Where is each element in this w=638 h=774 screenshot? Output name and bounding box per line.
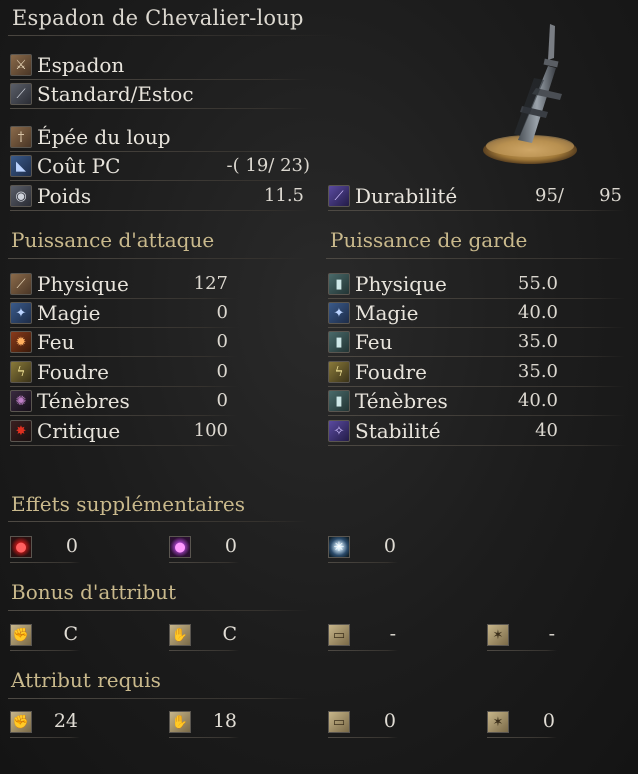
dark-guard-icon: ▮ [328, 390, 350, 412]
physical-guard-icon: ▮ [328, 273, 350, 295]
scaling-intelligence: ▭ - [328, 621, 398, 651]
poison-icon: ● [169, 536, 191, 558]
effect-frost: ✳ 0 [328, 533, 398, 563]
intelligence-icon: ▭ [328, 624, 350, 646]
strength-icon: ✊ [10, 624, 32, 646]
weapon-category-label: Espadon [37, 53, 125, 77]
dexterity-icon: ✋ [169, 624, 191, 646]
durability-row: ⟋ Durabilité 95/ 95 [328, 181, 626, 211]
attack-type-icon: ⟋ [10, 83, 32, 105]
skill-label: Épée du loup [37, 125, 171, 149]
weapon-category-icon: ⚔ [10, 54, 32, 76]
weight-label: Poids [37, 184, 92, 208]
fire-guard-icon: ▮ [328, 331, 350, 353]
strength-icon: ✊ [10, 711, 32, 733]
faith-icon: ✶ [487, 711, 509, 733]
frost-icon: ✳ [328, 536, 350, 558]
effect-bleed: ● 0 [10, 533, 80, 563]
fp-cost-label: Coût PC [37, 154, 121, 178]
effects-heading: Effets supplémentaires [11, 492, 245, 516]
lightning-icon: ϟ [10, 361, 32, 383]
guard-row-magic: ✦ Magie 40.0 [328, 298, 626, 328]
scaling-faith: ✶ - [487, 621, 557, 651]
critical-icon: ✸ [10, 420, 32, 442]
guard-row-physical: ▮ Physique 55.0 [328, 269, 626, 299]
requirement-dexterity: ✋ 18 [169, 708, 239, 738]
attack-row-critical: ✸ Critique 100 [10, 416, 238, 446]
attack-row-lightning: ϟ Foudre 0 [10, 357, 238, 387]
dark-icon: ✺ [10, 390, 32, 412]
weapon-image [483, 24, 577, 164]
fp-cost-icon: ◣ [10, 155, 32, 177]
weight-row: ◉ Poids 11.5 [10, 181, 310, 211]
durability-max: 95 [599, 185, 622, 206]
stability-icon: ✧ [328, 420, 350, 442]
lightning-guard-icon: ϟ [328, 361, 350, 383]
weight-value: 11.5 [263, 185, 304, 206]
bleed-icon: ● [10, 536, 32, 558]
scaling-strength: ✊ C [10, 621, 80, 651]
skill-row: † Épée du loup [10, 122, 310, 152]
intelligence-icon: ▭ [328, 711, 350, 733]
magic-guard-icon: ✦ [328, 302, 350, 324]
skill-icon: † [10, 126, 32, 148]
requirement-intelligence: ▭ 0 [328, 708, 398, 738]
attack-type-label: Standard/Estoc [37, 82, 194, 106]
requirements-heading: Attribut requis [11, 668, 161, 692]
scaling-dexterity: ✋ C [169, 621, 239, 651]
fp-cost-row: ◣ Coût PC -( 19/ 23) [10, 151, 310, 181]
attack-row-magic: ✦ Magie 0 [10, 298, 238, 328]
fp-cost-value: -( 19/ 23) [226, 155, 310, 176]
weapon-category-row: ⚔ Espadon [10, 50, 310, 80]
requirement-strength: ✊ 24 [10, 708, 80, 738]
magic-icon: ✦ [10, 302, 32, 324]
physical-icon: ⟋ [10, 273, 32, 295]
requirement-faith: ✶ 0 [487, 708, 557, 738]
durability-label: Durabilité [355, 184, 458, 208]
weight-icon: ◉ [10, 185, 32, 207]
durability-icon: ⟋ [328, 185, 350, 207]
guard-row-stability: ✧ Stabilité 40 [328, 416, 626, 446]
attack-row-fire: ✹ Feu 0 [10, 327, 238, 357]
guard-heading: Puissance de garde [330, 228, 528, 252]
fire-icon: ✹ [10, 331, 32, 353]
attack-row-dark: ✺ Ténèbres 0 [10, 386, 238, 416]
attack-heading: Puissance d'attaque [11, 228, 215, 252]
guard-row-fire: ▮ Feu 35.0 [328, 327, 626, 357]
dexterity-icon: ✋ [169, 711, 191, 733]
attack-type-row: ⟋ Standard/Estoc [10, 79, 310, 109]
effect-poison: ● 0 [169, 533, 239, 563]
scaling-heading: Bonus d'attribut [11, 580, 177, 604]
attack-row-physical: ⟋ Physique 127 [10, 269, 238, 299]
durability-current: 95/ [535, 185, 564, 206]
guard-row-dark: ▮ Ténèbres 40.0 [328, 386, 626, 416]
title-divider [8, 35, 338, 36]
guard-row-lightning: ϟ Foudre 35.0 [328, 357, 626, 387]
weapon-title: Espadon de Chevalier-loup [12, 6, 304, 30]
faith-icon: ✶ [487, 624, 509, 646]
